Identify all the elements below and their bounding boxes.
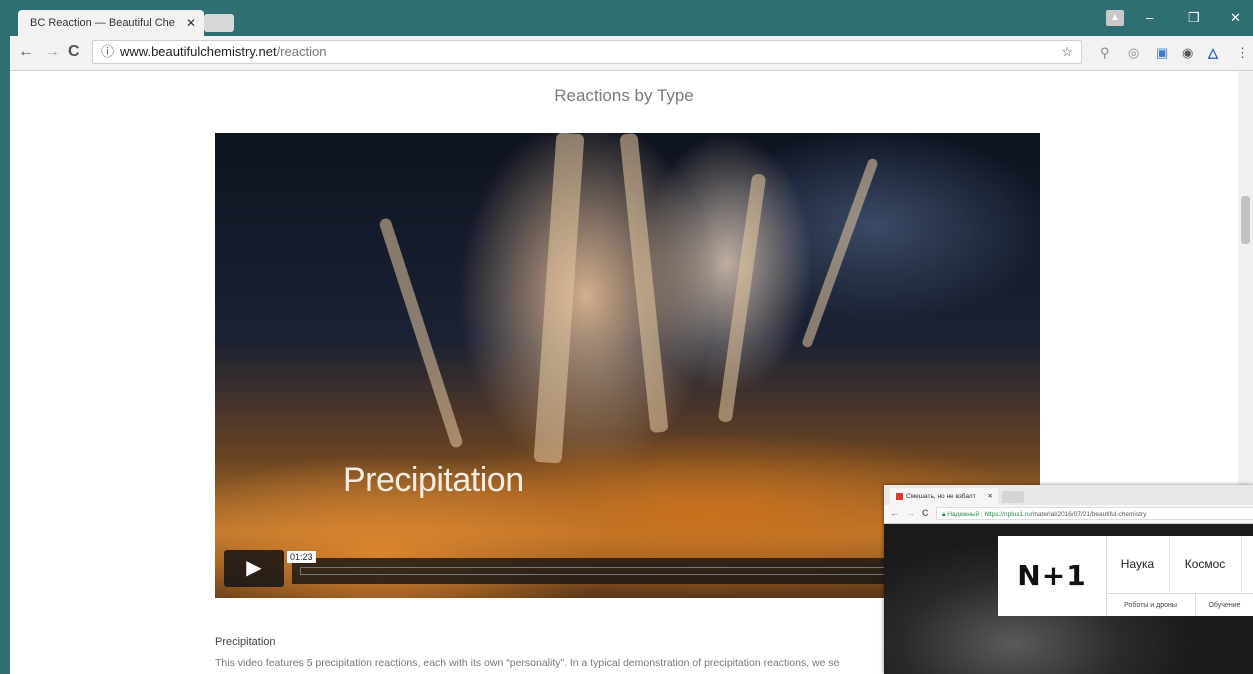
overlay-reload-icon[interactable]: C [922,508,929,518]
scrollbar-thumb[interactable] [1241,196,1250,244]
profile-icon[interactable]: ▲ [1106,10,1124,26]
tab-active[interactable]: BC Reaction — Beautiful Che ✕ [18,10,204,36]
video-caption: Precipitation [343,461,524,499]
forward-icon[interactable]: → [44,43,60,61]
overlay-tab[interactable]: Смешать, но не взбалт ✕ [890,488,998,505]
play-button[interactable]: ▶ [224,550,284,587]
close-window-button[interactable]: ✕ [1230,10,1241,26]
star-icon[interactable]: ☆ [1061,41,1073,63]
extension-icon-1[interactable]: ⚲ [1100,45,1110,61]
nav-item-kosmos[interactable]: Космос [1169,536,1242,592]
new-tab-button[interactable] [204,14,234,32]
video-strand [717,173,767,423]
reload-icon[interactable]: C [68,43,80,61]
video-strand [619,133,669,434]
extension-icon-5[interactable]: △ [1208,45,1218,61]
maximize-button[interactable]: ❐ [1188,10,1200,26]
url-path: /reaction [276,44,327,59]
overlay-address-bar[interactable]: 🔒︎ Надежный | https://nplus1.ru/material… [936,507,1253,520]
video-progress-bar[interactable] [292,558,892,584]
progress-track[interactable] [300,567,892,575]
tab-title: BC Reaction — Beautiful Che [30,17,175,29]
favicon-icon [896,492,903,500]
secure-label: Надежный [947,511,980,518]
video-timecode: 01:23 [287,551,316,563]
subnav-item-robots[interactable]: Роботы и дроны [1106,593,1196,616]
extension-icon-2[interactable]: ◎ [1128,45,1139,61]
nav-item-nauka[interactable]: Наука [1106,536,1170,592]
site-header: N+1 Наука Космос Роботы и дроны Обучение [998,536,1253,616]
description-title: Precipitation [215,636,276,648]
address-bar[interactable]: ⓘ www.beautifulchemistry.net/reaction ☆ [92,40,1082,64]
subnav-item-learning[interactable]: Обучение [1196,593,1253,616]
minimize-button[interactable]: – [1146,10,1153,25]
overlay-page: N+1 Наука Космос Роботы и дроны Обучение [884,524,1253,674]
tab-close-icon[interactable]: ✕ [186,10,196,36]
site-logo[interactable]: N+1 [998,536,1107,616]
video-strand [378,217,464,449]
extension-icon-4[interactable]: ◉ [1182,45,1193,61]
tab-strip: BC Reaction — Beautiful Che ✕ ▲ – ❐ ✕ [10,6,1253,36]
overlay-toolbar: ← → C 🔒︎ Надежный | https://nplus1.ru/ma… [884,505,1253,524]
overlay-url-path: /material/2016/07/21/beautiful-chemistry [1030,511,1147,518]
extension-icon-3[interactable]: ▣ [1156,45,1168,61]
info-icon[interactable]: ⓘ [101,44,114,59]
description-text: This video features 5 precipitation reac… [215,657,840,669]
menu-icon[interactable]: ⋮ [1236,45,1249,61]
overlay-url-host: https://nplus1.ru [984,511,1031,518]
video-strand [533,133,585,464]
overlay-tab-title: Смешать, но не взбалт [906,493,976,500]
toolbar: ← → C ⓘ www.beautifulchemistry.net/reacti… [10,36,1253,71]
overlay-tab-close-icon[interactable]: ✕ [988,488,993,505]
video-strand [801,157,879,349]
back-icon[interactable]: ← [18,43,34,61]
url-host: www.beautifulchemistry.net [120,44,277,59]
overlay-new-tab-button[interactable] [1002,491,1024,503]
overlay-forward-icon[interactable]: → [906,508,915,518]
overlay-browser-window: Смешать, но не взбалт ✕ ← → C 🔒︎ Надежны… [884,485,1253,674]
overlay-tab-strip: Смешать, но не взбалт ✕ [884,485,1253,505]
section-title: Reactions by Type [554,86,694,105]
overlay-back-icon[interactable]: ← [890,508,899,518]
